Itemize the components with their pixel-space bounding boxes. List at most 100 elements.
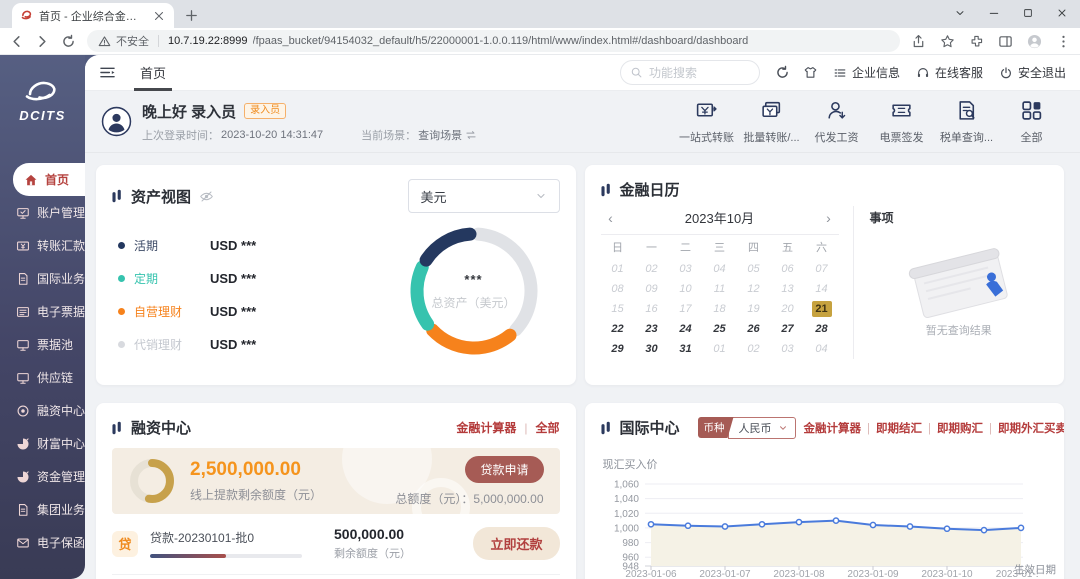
window-maximize-icon[interactable]	[1022, 7, 1034, 19]
search-input[interactable]	[649, 66, 744, 80]
scene-label: 当前场景：	[361, 127, 416, 143]
calendar-day[interactable]: 02	[635, 259, 669, 279]
calendar-day[interactable]: 18	[703, 299, 737, 319]
qa-ebill-issue[interactable]: 电票签发	[869, 99, 934, 145]
sidebar-item-label: 转账汇款	[37, 237, 85, 254]
sidebar-item-financing[interactable]: 融资中心	[0, 394, 85, 427]
sidebar-item-billpool[interactable]: 票据池	[0, 328, 85, 361]
collapse-menu-icon[interactable]	[99, 65, 116, 80]
calendar-day[interactable]: 06	[771, 259, 805, 279]
qa-tax-query[interactable]: 税单查询...	[934, 99, 999, 145]
theme-skin-button[interactable]	[803, 65, 818, 80]
qa-all[interactable]: 全部	[999, 99, 1064, 145]
calendar-day[interactable]: 19	[737, 299, 771, 319]
calendar-day[interactable]: 21	[805, 299, 839, 319]
intl-link[interactable]: 即期购汇	[922, 420, 983, 436]
intl-link[interactable]: 即期外汇买卖	[983, 420, 1064, 436]
calendar-day[interactable]: 24	[669, 319, 703, 339]
calendar-day[interactable]: 04	[703, 259, 737, 279]
window-minimize-icon[interactable]	[988, 7, 1000, 19]
calendar-day[interactable]: 07	[805, 259, 839, 279]
sidebar-item-supplychain[interactable]: 供应链	[0, 361, 85, 394]
online-service-button[interactable]: 在线客服	[916, 64, 983, 81]
weekday-label: 一	[635, 235, 669, 259]
switch-scene-icon[interactable]	[465, 129, 477, 141]
more-menu-icon[interactable]	[1056, 34, 1071, 49]
calendar-next-icon[interactable]: ›	[820, 211, 836, 225]
calendar-day[interactable]: 04	[805, 339, 839, 359]
back-icon[interactable]	[9, 34, 24, 49]
calendar-day[interactable]: 20	[771, 299, 805, 319]
sidebar-item-funds[interactable]: 资金管理	[0, 460, 85, 493]
qa-batch-transfer[interactable]: 批量转账/...	[739, 99, 804, 145]
calendar-day[interactable]: 17	[669, 299, 703, 319]
calendar-day[interactable]: 08	[601, 279, 635, 299]
calendar-day[interactable]: 23	[635, 319, 669, 339]
sidebar-item-eguarantee[interactable]: 电子保函	[0, 526, 85, 559]
financing-link[interactable]: 金融计算器	[456, 419, 516, 436]
header-menu-label: 安全退出	[1018, 64, 1066, 81]
calendar-day[interactable]: 12	[737, 279, 771, 299]
calendar-day[interactable]: 13	[771, 279, 805, 299]
calendar-day[interactable]: 22	[601, 319, 635, 339]
calendar-day[interactable]: 14	[805, 279, 839, 299]
calendar-day[interactable]: 10	[669, 279, 703, 299]
sidebar-item-international[interactable]: 国际业务	[0, 262, 85, 295]
calendar-day[interactable]: 02	[737, 339, 771, 359]
calendar-day[interactable]: 03	[771, 339, 805, 359]
tab-close-icon[interactable]	[152, 9, 166, 23]
bookmark-star-icon[interactable]	[940, 34, 955, 49]
intl-link[interactable]: 金融计算器	[804, 420, 862, 436]
calendar-day[interactable]: 28	[805, 319, 839, 339]
calendar-day[interactable]: 29	[601, 339, 635, 359]
share-icon[interactable]	[911, 34, 926, 49]
safe-exit-button[interactable]: 安全退出	[999, 64, 1066, 81]
calendar-day[interactable]: 15	[601, 299, 635, 319]
user-avatar[interactable]	[101, 106, 132, 137]
calendar-day[interactable]: 31	[669, 339, 703, 359]
refresh-button[interactable]	[775, 65, 790, 80]
calendar-day[interactable]: 01	[703, 339, 737, 359]
calendar-day[interactable]: 03	[669, 259, 703, 279]
calendar-day[interactable]: 16	[635, 299, 669, 319]
sidebar-item-group[interactable]: 集团业务	[0, 493, 85, 526]
function-search[interactable]	[620, 60, 760, 85]
legend-label: 代销理财	[134, 336, 200, 353]
reload-icon[interactable]	[61, 34, 76, 49]
browser-tab[interactable]: 首页 - 企业综合金融服务平台	[12, 3, 174, 28]
qa-salary-payment[interactable]: 代发工资	[804, 99, 869, 145]
financing-link[interactable]: 全部	[516, 419, 559, 436]
window-chevron-icon[interactable]	[954, 7, 966, 19]
new-tab-button[interactable]	[184, 8, 199, 23]
currency-dropdown[interactable]: 人民币	[728, 417, 796, 439]
sidebar-item-ebill[interactable]: 电子票据	[0, 295, 85, 328]
calendar-prev-icon[interactable]: ‹	[603, 211, 619, 225]
sidebar-item-icon	[16, 206, 30, 220]
calendar-day[interactable]: 09	[635, 279, 669, 299]
sidebar-item-home[interactable]: 首页	[13, 163, 85, 196]
calendar-day[interactable]: 01	[601, 259, 635, 279]
window-close-icon[interactable]	[1056, 7, 1068, 19]
side-panel-icon[interactable]	[998, 34, 1013, 49]
profile-avatar-icon[interactable]	[1027, 34, 1042, 49]
calendar-day[interactable]: 05	[737, 259, 771, 279]
tab-home[interactable]: 首页	[134, 55, 172, 91]
extensions-icon[interactable]	[969, 34, 984, 49]
sidebar-item-wealth[interactable]: 财富中心	[0, 427, 85, 460]
calendar-day[interactable]: 25	[703, 319, 737, 339]
repay-now-button[interactable]: 立即还款	[473, 527, 559, 560]
sidebar-item-account[interactable]: 账户管理	[0, 196, 85, 229]
company-info-button[interactable]: 企业信息	[833, 64, 900, 81]
hide-amounts-eye-icon[interactable]	[199, 189, 214, 204]
calendar-day[interactable]: 26	[737, 319, 771, 339]
intl-link[interactable]: 即期结汇	[861, 420, 922, 436]
sidebar-item-transfer[interactable]: 转账汇款	[0, 229, 85, 262]
qa-one-stop-transfer[interactable]: 一站式转账	[674, 99, 739, 145]
url-bar[interactable]: 不安全 10.7.19.22:8999/fpaas_bucket/9415403…	[87, 30, 900, 52]
calendar-day[interactable]: 30	[635, 339, 669, 359]
loan-apply-button[interactable]: 贷款申请	[465, 456, 543, 483]
calendar-day[interactable]: 27	[771, 319, 805, 339]
currency-select[interactable]: 美元	[408, 179, 560, 213]
calendar-day[interactable]: 11	[703, 279, 737, 299]
forward-icon[interactable]	[35, 34, 50, 49]
